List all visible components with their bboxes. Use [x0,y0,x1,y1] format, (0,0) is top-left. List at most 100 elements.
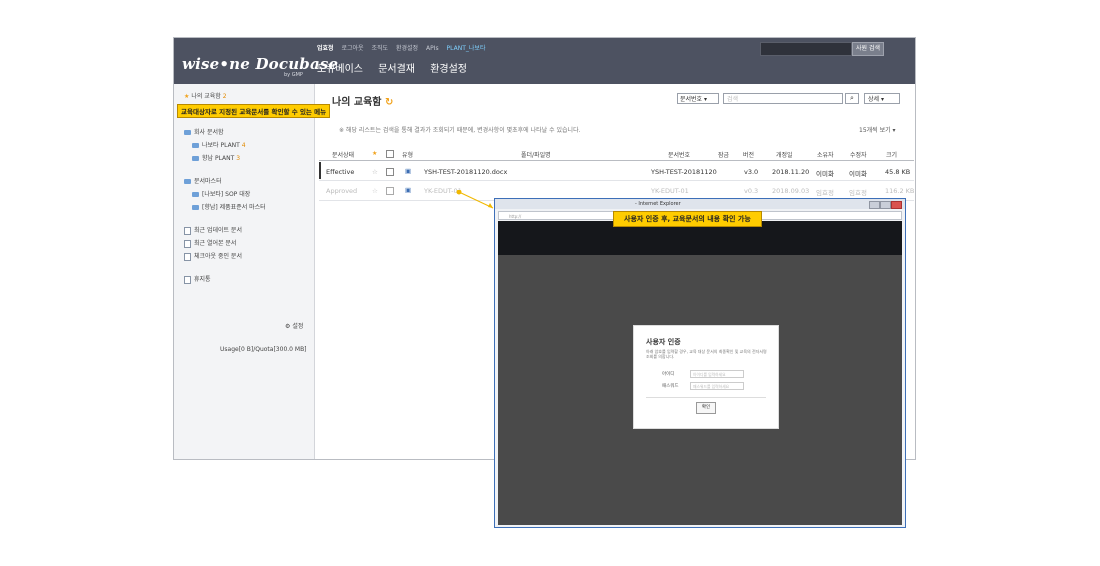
top-link-apis[interactable]: APIs [426,45,439,52]
row-status: Effective [326,168,355,176]
search-input[interactable]: 검색 [723,93,843,104]
star-outline-icon[interactable]: ☆ [372,187,378,195]
col-name[interactable]: 폴더/파일명 [521,150,551,159]
col-size[interactable]: 크기 [886,150,897,159]
maximize-icon[interactable] [880,201,891,209]
sidebar-item-my-edu[interactable]: ★ 나의 교육함 2 [184,91,227,100]
row-owner: 이미화 [816,170,834,178]
password-field[interactable]: 패스워드를 입력하세요 [690,382,744,390]
minimize-icon[interactable] [869,201,880,209]
sidebar: ★ 나의 교육함 2 회사 문서함 나보타 PLANT 4 향남 PLANT 3… [174,84,315,459]
ie-popup-window: - Internet Explorer http:// 사용자 인증 아래 암호… [494,198,906,528]
row-date: 2018.11.20 [772,168,810,176]
page-title: 나의 교육함 ↻ [332,97,394,108]
row-checkbox[interactable] [386,168,394,176]
col-date[interactable]: 개정일 [776,150,793,159]
settings-link[interactable]: ⚙ 설정 [285,321,303,330]
connector-line [458,191,494,209]
search-button[interactable]: ⌕ [845,93,859,104]
menu-settings[interactable]: 환경설정 [430,64,467,75]
auth-dialog: 사용자 인증 아래 암호를 입력할 경우, 교육 대상 문서의 최종확인 및 교… [633,325,779,429]
row-highlight [319,162,321,179]
document-icon [184,239,191,248]
col-docnum[interactable]: 문서번호 [668,150,690,159]
word-file-icon: ▣ [405,167,412,175]
col-version[interactable]: 버전 [743,150,754,159]
id-field[interactable]: 아이디를 입력하세요 [690,370,744,378]
user-search-button[interactable]: 사원 검색 [852,42,884,56]
row-owner: 임효정 [816,189,834,197]
dialog-divider [646,397,766,398]
col-owner[interactable]: 소유자 [817,150,834,159]
connector-arrowhead [488,203,493,208]
word-file-icon: ▣ [405,186,412,194]
row-date: 2018.09.03 [772,187,810,195]
sidebar-item-recent-view[interactable]: 최근 열어본 문서 [184,238,236,248]
row-checkbox[interactable] [386,187,394,195]
row-version: v3.0 [744,168,759,176]
sidebar-item-trash[interactable]: 휴지통 [184,274,211,284]
row-version: v0.3 [744,187,759,195]
star-icon[interactable]: ★ [372,150,377,157]
menu-callout: 교육대상자로 지정된 교육문서를 확인할 수 있는 메뉴 [177,104,331,118]
logo-sub: by GMP [284,72,303,78]
lock-document-icon [184,252,191,261]
folder-icon [192,205,199,210]
row-status: Approved [326,187,358,195]
top-header: wise•ne Docubase by GMP 업효정 로그아웃 조직도 환경설… [174,38,915,84]
popup-body: 사용자 인증 아래 암호를 입력할 경우, 교육 대상 문서의 최종확인 및 교… [498,255,902,525]
user-search-input[interactable] [760,42,852,56]
folder-icon [192,192,199,197]
sidebar-item-product-master[interactable]: [향남] 제품표준서 마스터 [192,202,266,211]
row-docnum: YSH-TEST-20181120 [651,168,717,176]
document-icon [184,226,191,235]
sidebar-item-sop-ledger[interactable]: [나보타] SOP 대장 [192,189,250,198]
row-size: 45.8 KB [885,168,911,176]
col-status[interactable]: 문서상태 [332,150,354,159]
star-outline-icon[interactable]: ☆ [372,168,378,176]
folder-icon [192,156,199,161]
row-size: 116.2 KB [885,187,915,195]
sidebar-item-doc-master[interactable]: 문서마스터 [184,176,222,185]
search-type-select[interactable]: 문서번호 ▾ [677,93,719,104]
sidebar-item-checkout[interactable]: 체크아웃 중인 문서 [184,251,242,261]
table-header-divider [319,160,914,161]
row-divider [319,180,914,181]
trash-icon [184,275,191,284]
id-label: 아이디 [662,372,675,377]
refresh-icon[interactable]: ↻ [385,97,393,108]
usage-quota: Usage[0 B]/Quota[300.0 MB] [220,346,307,353]
row-filename[interactable]: YSH-TEST-20181120.docx [424,168,507,176]
select-all-checkbox[interactable] [386,150,394,158]
top-link-settings[interactable]: 환경설정 [396,45,418,52]
per-page-select[interactable]: 15개씩 보기 ▾ [859,125,896,134]
logo: wise•ne Docubase [182,55,339,73]
top-links: 업효정 로그아웃 조직도 환경설정 APIs PLANT_나보타 [317,43,491,52]
password-label: 패스워드 [662,384,679,389]
col-lock[interactable]: 잠금 [718,150,729,159]
gear-icon: ⚙ [285,323,291,330]
row-docnum: YK-EDUT-01 [651,187,689,195]
sidebar-item-naboto[interactable]: 나보타 PLANT 4 [192,140,246,149]
col-type[interactable]: 유형 [402,150,413,159]
connector-arrow [456,190,494,209]
folder-icon [184,179,191,184]
main-menu: 도큐베이스 문서결재 환경설정 [317,60,479,75]
top-link-logout[interactable]: 로그아웃 [341,45,363,52]
top-link-user[interactable]: 업효정 [317,45,334,52]
star-icon: ★ [184,93,190,100]
notice-text: ※ 해당 리스트는 검색을 통해 결과가 조회되기 때문에, 변경사항이 몇초후… [339,127,581,134]
plant-label[interactable]: PLANT_나보타 [447,45,486,52]
auth-dialog-title: 사용자 인증 [646,338,681,346]
top-link-org[interactable]: 조직도 [372,45,389,52]
col-editor[interactable]: 수정자 [850,150,867,159]
detail-search-button[interactable]: 상세 ▾ [864,93,900,104]
menu-docubase[interactable]: 도큐베이스 [317,64,363,75]
row-editor: 임효정 [849,189,867,197]
sidebar-item-hyangnam[interactable]: 향남 PLANT 3 [192,153,240,162]
close-icon[interactable] [891,201,902,209]
sidebar-item-recent-update[interactable]: 최근 업데이트 문서 [184,225,242,235]
confirm-button[interactable]: 확인 [696,402,716,414]
menu-approval[interactable]: 문서결재 [378,64,415,75]
sidebar-item-company-docs[interactable]: 회사 문서함 [184,127,224,136]
